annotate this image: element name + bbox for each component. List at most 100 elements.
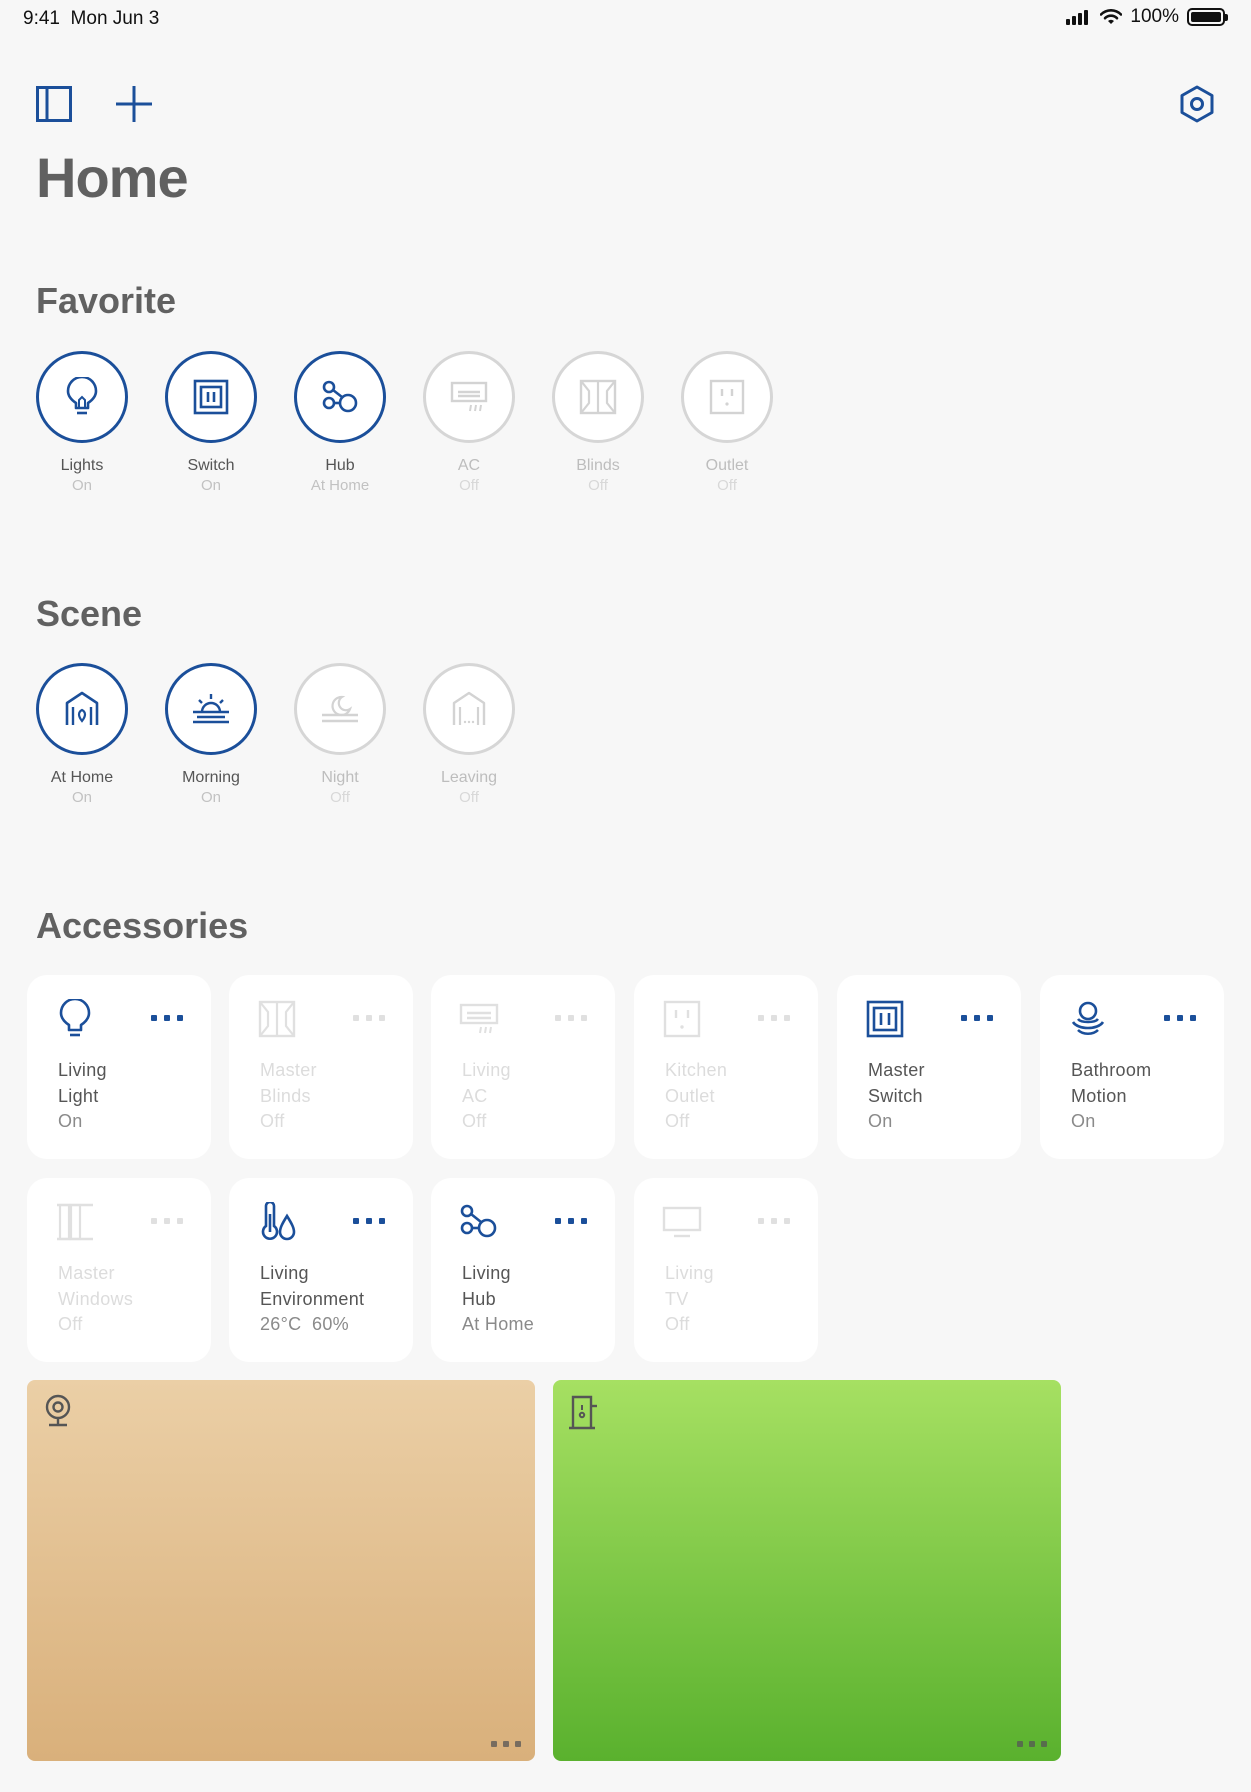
- scene-at-home[interactable]: At Home On: [36, 663, 128, 806]
- more-options-icon[interactable]: [1164, 1015, 1196, 1021]
- scene-status: On: [71, 789, 92, 806]
- accessory-room: Living: [462, 1060, 511, 1080]
- lightbulb-icon: [66, 377, 98, 415]
- favorite-status: At Home: [310, 477, 370, 494]
- more-options-icon[interactable]: [1017, 1741, 1047, 1747]
- accessory-status: On: [1071, 1111, 1096, 1131]
- accessory-name: Blinds: [260, 1085, 311, 1106]
- favorite-blinds-button[interactable]: [552, 351, 644, 443]
- accessory-tile[interactable]: Kitchen Outlet Off: [634, 975, 818, 1159]
- ac-icon: [459, 1003, 499, 1034]
- accessory-tile[interactable]: Living TV Off: [634, 1178, 818, 1362]
- date: Mon Jun 3: [70, 8, 160, 29]
- battery-percent: 100%: [1130, 6, 1179, 27]
- more-options-icon[interactable]: [555, 1218, 587, 1224]
- scene-label: At Home: [50, 769, 114, 786]
- accessory-status: Off: [260, 1111, 285, 1131]
- more-options-icon[interactable]: [151, 1218, 183, 1224]
- favorite-outlet-button[interactable]: [681, 351, 773, 443]
- favorite-blinds[interactable]: Blinds Off: [552, 351, 644, 494]
- accessory-tile[interactable]: Living AC Off: [431, 975, 615, 1159]
- accessory-name: Environment: [260, 1288, 365, 1309]
- accessory-status: Off: [58, 1314, 83, 1334]
- more-options-icon[interactable]: [353, 1015, 385, 1021]
- accessory-text: Master Windows Off: [58, 1261, 133, 1338]
- scene-label: Morning: [182, 769, 240, 786]
- favorite-hub-button[interactable]: [294, 351, 386, 443]
- favorite-switch[interactable]: Switch On: [165, 351, 257, 494]
- accessory-room: Kitchen: [665, 1060, 728, 1080]
- favorite-status: On: [200, 477, 221, 494]
- favorite-label: Lights: [60, 457, 104, 474]
- accessory-room: Master: [58, 1263, 115, 1283]
- camera-icon: [45, 1394, 71, 1427]
- more-options-icon[interactable]: [555, 1015, 587, 1021]
- scene-leaving[interactable]: Leaving Off: [423, 663, 515, 806]
- accessory-status: At Home: [462, 1314, 535, 1334]
- leaving-icon: [452, 691, 486, 725]
- more-options-icon[interactable]: [491, 1741, 521, 1747]
- camera-card[interactable]: [27, 1380, 535, 1761]
- accessory-name: TV: [665, 1288, 689, 1309]
- favorite-section-title: Favorite: [36, 280, 177, 321]
- accessory-name: Motion: [1071, 1085, 1127, 1106]
- more-options-icon[interactable]: [353, 1218, 385, 1224]
- status-time: 9:41 Mon Jun 3: [23, 8, 159, 30]
- switch-icon: [193, 379, 229, 415]
- scene-status: Off: [459, 789, 479, 806]
- accessory-tile[interactable]: Living Light On: [27, 975, 211, 1159]
- window-icon: [57, 1203, 93, 1241]
- accessory-tile[interactable]: Bathroom Motion On: [1040, 975, 1224, 1159]
- add-icon[interactable]: [115, 85, 153, 123]
- scene-label: Leaving: [440, 769, 498, 786]
- more-options-icon[interactable]: [758, 1015, 790, 1021]
- favorite-hub[interactable]: Hub At Home: [294, 351, 386, 494]
- favorite-switch-button[interactable]: [165, 351, 257, 443]
- scene-night-button[interactable]: [294, 663, 386, 755]
- favorite-label: Blinds: [576, 457, 620, 474]
- accessory-room: Bathroom: [1071, 1060, 1152, 1080]
- outlet-icon: [663, 1000, 701, 1038]
- scene-label: Night: [321, 769, 359, 786]
- favorite-label: Switch: [187, 457, 235, 474]
- accessory-room: Living: [58, 1060, 107, 1080]
- hub-icon: [460, 1204, 497, 1238]
- accessory-tile[interactable]: Living Hub At Home: [431, 1178, 615, 1362]
- accessory-room: Master: [868, 1060, 925, 1080]
- accessory-status: Off: [665, 1314, 690, 1334]
- favorite-label: AC: [457, 457, 481, 474]
- favorite-outlet[interactable]: Outlet Off: [681, 351, 773, 494]
- favorite-ac-button[interactable]: [423, 351, 515, 443]
- accessory-tile[interactable]: Living Environment 26°C 60%: [229, 1178, 413, 1362]
- clock: 9:41: [23, 8, 60, 29]
- favorite-ac[interactable]: AC Off: [423, 351, 515, 494]
- accessory-text: Living Light On: [58, 1058, 107, 1135]
- accessory-name: Outlet: [665, 1085, 715, 1106]
- camera-card[interactable]: [553, 1380, 1061, 1761]
- sidebar-toggle-icon[interactable]: [36, 86, 72, 122]
- favorite-lights-button[interactable]: [36, 351, 128, 443]
- scene-leaving-button[interactable]: [423, 663, 515, 755]
- accessory-room: Living: [462, 1263, 511, 1283]
- more-options-icon[interactable]: [151, 1015, 183, 1021]
- scene-morning[interactable]: Morning On: [165, 663, 257, 806]
- favorite-label: Hub: [325, 457, 355, 474]
- more-options-icon[interactable]: [961, 1015, 993, 1021]
- accessory-name: Switch: [868, 1085, 923, 1106]
- accessory-tile[interactable]: Master Windows Off: [27, 1178, 211, 1362]
- scene-at-home-button[interactable]: [36, 663, 128, 755]
- favorite-status: Off: [459, 477, 479, 494]
- more-options-icon[interactable]: [758, 1218, 790, 1224]
- battery-icon: [1187, 8, 1228, 26]
- lightbulb-icon: [59, 999, 91, 1037]
- accessory-tile[interactable]: Master Blinds Off: [229, 975, 413, 1159]
- scene-night[interactable]: Night Off: [294, 663, 386, 806]
- settings-icon[interactable]: [1178, 85, 1216, 123]
- favorite-label: Outlet: [705, 457, 749, 474]
- scene-morning-button[interactable]: [165, 663, 257, 755]
- accessories-section-title: Accessories: [36, 905, 249, 946]
- accessory-status: Off: [462, 1111, 487, 1131]
- accessory-tile[interactable]: Master Switch On: [837, 975, 1021, 1159]
- status-bar: 9:41 Mon Jun 3 100%: [0, 0, 1251, 36]
- favorite-lights[interactable]: Lights On: [36, 351, 128, 494]
